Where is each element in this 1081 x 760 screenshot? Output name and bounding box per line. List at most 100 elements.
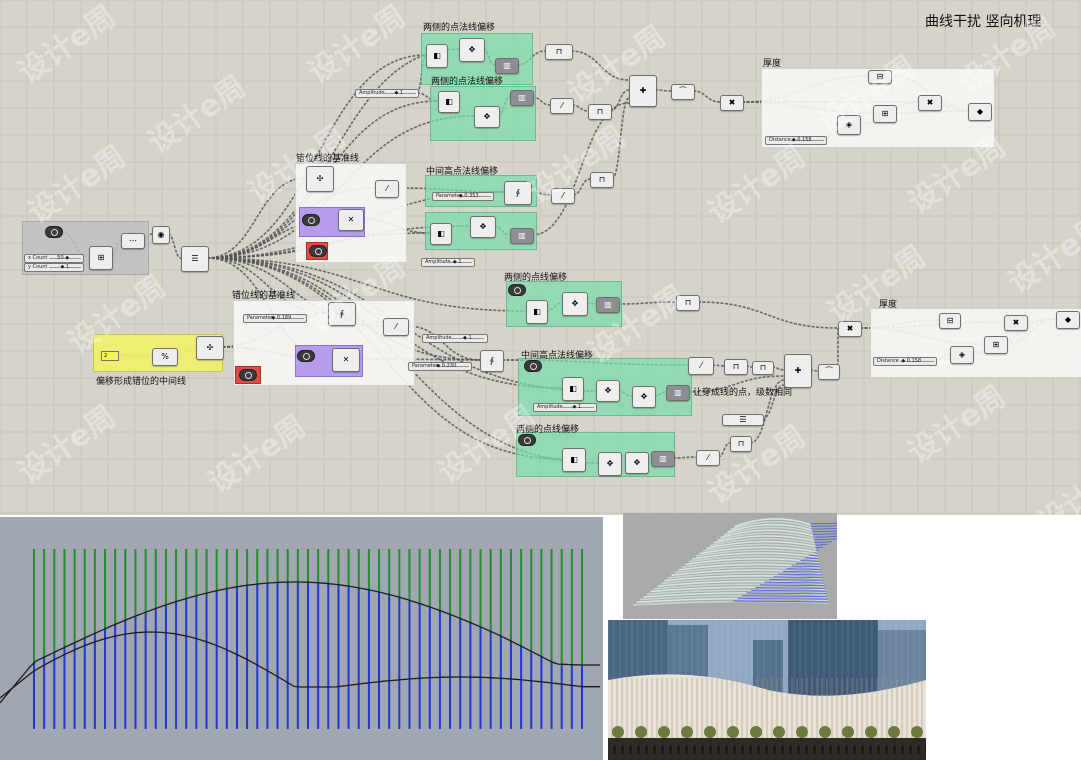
- move-component-7[interactable]: ✥: [596, 380, 620, 402]
- line-component-6[interactable]: ⁄: [696, 450, 720, 466]
- weave-component-2[interactable]: ✚: [784, 354, 812, 388]
- thickness2-comp-e[interactable]: ◆: [1056, 311, 1080, 329]
- merge-component-5[interactable]: ⊓: [724, 359, 748, 375]
- slider-distance-1[interactable]: Distance ◆ 0.158: [765, 136, 827, 145]
- thickness2-comp-a[interactable]: ⊟: [939, 313, 961, 329]
- slider-value: ◆ 1: [463, 335, 472, 341]
- list-item-component-2[interactable]: ☰: [722, 414, 764, 426]
- slider-parameter-3[interactable]: Parameter ◆ 0.230: [408, 362, 472, 371]
- thickness-comp-e[interactable]: ◆: [968, 103, 992, 121]
- slider-value: ◆ 1: [394, 90, 404, 96]
- merge-component-1[interactable]: ⊓: [545, 44, 573, 60]
- line-component-3[interactable]: ⁄: [551, 188, 575, 204]
- slider-amplitude-3[interactable]: Amplitude ◆ 1: [422, 334, 488, 343]
- curve-closest-1[interactable]: ◧: [426, 44, 448, 68]
- slider-value: ◆ 0.189: [271, 315, 292, 321]
- boolean-toggle-2[interactable]: [239, 369, 257, 381]
- line-component-5[interactable]: ⁄: [688, 357, 714, 375]
- slider-parameter-2[interactable]: Parameter ◆ 0.189: [243, 314, 307, 323]
- thickness2-comp-b[interactable]: ✖: [1004, 315, 1028, 331]
- 3d-render-preview: [623, 513, 837, 619]
- thickness-comp-c[interactable]: ⊞: [873, 105, 897, 123]
- curve-closest-5[interactable]: ◧: [562, 377, 584, 401]
- thickness2-comp-d[interactable]: ◈: [950, 346, 974, 364]
- group-label-base-1: 错位线的基准线: [296, 154, 360, 164]
- curve-closest-3[interactable]: ◧: [430, 223, 452, 245]
- graph-mapper-5[interactable]: ▥: [666, 385, 690, 401]
- offset-component-2[interactable]: ✖: [838, 321, 862, 337]
- note-offset-midline: 偏移形成错位的中间线: [96, 377, 187, 387]
- evaluate-curve-3[interactable]: ∮: [328, 302, 356, 326]
- slider-value: ◆ 1: [60, 264, 70, 270]
- move-component-3[interactable]: ✥: [474, 106, 500, 128]
- closest-icon: ◧: [445, 97, 453, 106]
- offset-icon: %: [161, 352, 169, 361]
- slider-parameter-1[interactable]: Parameter ◆ 0.353: [432, 192, 494, 201]
- move-component-10[interactable]: ✥: [625, 452, 649, 474]
- slider-amplitude-4[interactable]: Amplitude ◆ 1: [533, 403, 597, 412]
- weave-component-1[interactable]: ✚: [629, 75, 657, 107]
- graph-mapper-2[interactable]: ▥: [510, 90, 534, 106]
- thickness2-comp-c[interactable]: ⊞: [984, 336, 1008, 354]
- evaluate-midline[interactable]: ✣: [196, 336, 224, 360]
- curve-param-1[interactable]: [302, 214, 320, 226]
- grasshopper-canvas[interactable]: 两侧的点法线偏移 两侧的点法线偏移 厚度 错位线的基准线 中间高点法线偏移 两侧…: [0, 0, 1081, 515]
- move-icon: ✥: [468, 45, 476, 54]
- interpolate-component-2[interactable]: ⁀: [818, 364, 840, 380]
- curve-closest-4[interactable]: ◧: [526, 300, 548, 324]
- move-icon: ✥: [604, 386, 612, 395]
- move-component-5[interactable]: ✕: [332, 348, 360, 372]
- curve-hub-component[interactable]: ◉: [152, 226, 170, 244]
- slider-x-count[interactable]: x Count 50 ◆: [24, 254, 84, 263]
- thickness-comp-a[interactable]: ⊟: [868, 70, 892, 84]
- slider-value: 50 ◆: [57, 255, 70, 261]
- slider-amplitude-1[interactable]: Amplitude ◆ 1: [355, 89, 419, 98]
- move-component-2[interactable]: ✥: [459, 38, 485, 62]
- curve-param-5[interactable]: [518, 434, 536, 446]
- move-component-8[interactable]: ✥: [632, 386, 656, 408]
- series-component[interactable]: ⋯: [121, 233, 145, 249]
- curve-param-3[interactable]: [508, 284, 526, 296]
- page-title: 曲线干扰 竖向机理: [925, 14, 1042, 30]
- slider-y-count[interactable]: y Count ◆ 1: [24, 263, 84, 272]
- line-component-4[interactable]: ⁄: [383, 318, 409, 336]
- graph-mapper-6[interactable]: ▥: [651, 451, 675, 467]
- curve-closest-2[interactable]: ◧: [438, 91, 460, 113]
- line-component-2[interactable]: ⁄: [550, 98, 574, 114]
- interpolate-component-1[interactable]: ⁀: [671, 84, 695, 100]
- offset-curve-component[interactable]: %: [152, 348, 178, 366]
- group-thickness-2[interactable]: [870, 308, 1081, 378]
- thickness-icon: ⊞: [992, 340, 1000, 349]
- thickness-comp-b[interactable]: ✖: [918, 95, 942, 111]
- boolean-toggle-1[interactable]: [309, 245, 327, 257]
- thickness-comp-d[interactable]: ◈: [837, 115, 861, 135]
- merge-component-7[interactable]: ⊓: [730, 436, 752, 452]
- merge-component-4[interactable]: ⊓: [676, 295, 700, 311]
- slider-distance-2[interactable]: Distance ◆ 0.158: [873, 357, 937, 366]
- move-component-6[interactable]: ✥: [562, 292, 588, 316]
- move-component-9[interactable]: ✥: [598, 452, 622, 476]
- line-component-1[interactable]: ⁄: [375, 180, 399, 198]
- merge-icon: ⊓: [759, 363, 767, 372]
- list-item-component[interactable]: ☰: [181, 246, 209, 272]
- offset-component-1[interactable]: ✖: [720, 95, 744, 111]
- merge-component-6[interactable]: ⊓: [752, 361, 774, 375]
- curve-param-2[interactable]: [297, 350, 315, 362]
- merge-component-2[interactable]: ⊓: [588, 104, 612, 120]
- curve-param-4[interactable]: [524, 360, 542, 372]
- move-component-4[interactable]: ✥: [470, 216, 496, 238]
- graph-mapper-3[interactable]: ▥: [510, 228, 534, 244]
- divide-curve-component[interactable]: ⊞: [89, 246, 113, 270]
- rhino-viewport-plot[interactable]: [0, 517, 603, 760]
- number-panel[interactable]: 2: [101, 351, 119, 361]
- evaluate-curve-4[interactable]: ∮: [480, 350, 504, 372]
- graph-mapper-1[interactable]: ▥: [495, 58, 519, 74]
- evaluate-curve-component-1[interactable]: ✣: [306, 166, 334, 192]
- merge-component-3[interactable]: ⊓: [590, 172, 614, 188]
- move-component-1[interactable]: ✕: [338, 209, 364, 231]
- graph-mapper-4[interactable]: ▥: [596, 297, 620, 313]
- evaluate-curve-2[interactable]: ∮: [504, 181, 532, 205]
- slider-amplitude-2[interactable]: Amplitude ◆ 1: [421, 258, 475, 267]
- curve-closest-6[interactable]: ◧: [562, 448, 586, 472]
- curve-param-toggle[interactable]: [45, 226, 63, 238]
